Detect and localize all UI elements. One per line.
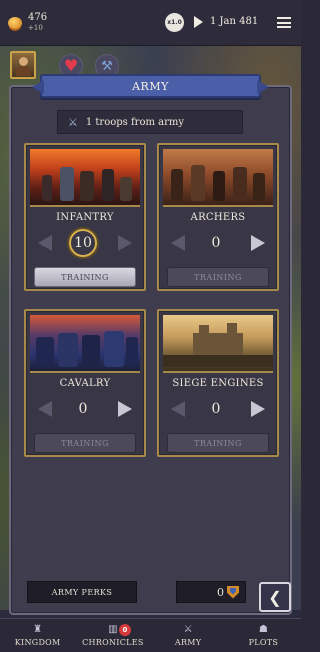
collapse-button[interactable]: ❮ xyxy=(259,582,291,612)
nav-label: ARMY xyxy=(174,638,202,647)
decrease-arrow-icon[interactable] xyxy=(171,235,185,251)
bottom-nav: ♜ KINGDOM ▥ 0 CHRONICLES ⚔ ARMY ☗ PLOTS xyxy=(0,618,301,652)
top-bar: 476 +10 x1.0 1 Jan 481 xyxy=(0,0,301,46)
unit-name: ARCHERS xyxy=(190,212,246,223)
nav-label: PLOTS xyxy=(248,638,279,647)
nav-label: KINGDOM xyxy=(14,638,61,647)
army-screen: 476 +10 x1.0 1 Jan 481 ♥ ⚒ ARMY ⚔ 1 troo… xyxy=(0,0,301,652)
book-icon: ▥ xyxy=(108,624,118,635)
unit-name: INFANTRY xyxy=(56,212,114,223)
hood-icon: ☗ xyxy=(258,624,268,635)
gold-income: +10 xyxy=(28,23,43,32)
increase-arrow-icon[interactable] xyxy=(251,401,265,417)
training-button[interactable]: TRAINING xyxy=(34,433,136,453)
notification-badge: 0 xyxy=(118,624,131,636)
decrease-arrow-icon[interactable] xyxy=(38,401,52,417)
perk-points: 0 xyxy=(176,581,246,603)
castle-icon: ♜ xyxy=(33,624,43,635)
unit-name: SIEGE ENGINES xyxy=(172,378,264,389)
troops-summary: ⚔ 1 troops from army xyxy=(57,110,243,134)
nav-chronicles[interactable]: ▥ 0 CHRONICLES xyxy=(75,619,150,652)
heart-icon: ♥ xyxy=(63,56,79,75)
archers-image xyxy=(163,149,273,207)
shield-icon xyxy=(227,585,239,599)
perk-points-value: 0 xyxy=(217,585,224,599)
menu-icon[interactable] xyxy=(277,17,291,28)
nav-army[interactable]: ⚔ ARMY xyxy=(151,619,226,652)
game-date: 1 Jan 481 xyxy=(210,16,259,27)
unit-name: CAVALRY xyxy=(59,378,111,389)
wrench-icon: ⚒ xyxy=(101,58,113,74)
play-icon[interactable] xyxy=(194,16,203,28)
speed-button[interactable]: x1.0 xyxy=(165,13,184,32)
unit-count: 0 xyxy=(78,401,88,417)
training-button[interactable]: TRAINING xyxy=(34,267,136,287)
nav-label: CHRONICLES xyxy=(82,638,144,647)
nav-kingdom[interactable]: ♜ KINGDOM xyxy=(0,619,75,652)
troops-icon: ⚔ xyxy=(68,115,78,129)
unit-count: 10 xyxy=(69,229,97,257)
unit-card-infantry: INFANTRY 10 TRAINING xyxy=(24,143,146,291)
cavalry-image xyxy=(30,315,140,373)
increase-arrow-icon[interactable] xyxy=(251,235,265,251)
siege-engines-image xyxy=(163,315,273,373)
training-button[interactable]: TRAINING xyxy=(167,433,269,453)
swords-icon: ⚔ xyxy=(183,624,193,635)
chevron-left-icon: ❮ xyxy=(268,587,282,607)
unit-card-archers: ARCHERS 0 TRAINING xyxy=(157,143,279,291)
unit-count: 0 xyxy=(211,235,221,251)
decrease-arrow-icon[interactable] xyxy=(38,235,52,251)
increase-arrow-icon[interactable] xyxy=(118,235,132,251)
unit-count: 0 xyxy=(211,401,221,417)
nav-plots[interactable]: ☗ PLOTS xyxy=(226,619,301,652)
training-button[interactable]: TRAINING xyxy=(167,267,269,287)
gold-value: 476 xyxy=(28,11,48,23)
infantry-image xyxy=(30,149,140,207)
ruler-avatar[interactable] xyxy=(10,51,36,79)
army-perks-button[interactable]: ARMY PERKS xyxy=(27,581,137,603)
decrease-arrow-icon[interactable] xyxy=(171,401,185,417)
troops-text: 1 troops from army xyxy=(85,116,185,128)
panel-title: ARMY xyxy=(40,74,261,98)
increase-arrow-icon[interactable] xyxy=(118,401,132,417)
unit-card-cavalry: CAVALRY 0 TRAINING xyxy=(24,309,146,457)
gold-coins-icon xyxy=(8,16,22,29)
unit-card-siege-engines: SIEGE ENGINES 0 TRAINING xyxy=(157,309,279,457)
gold-counter: 476 +10 xyxy=(28,11,48,33)
